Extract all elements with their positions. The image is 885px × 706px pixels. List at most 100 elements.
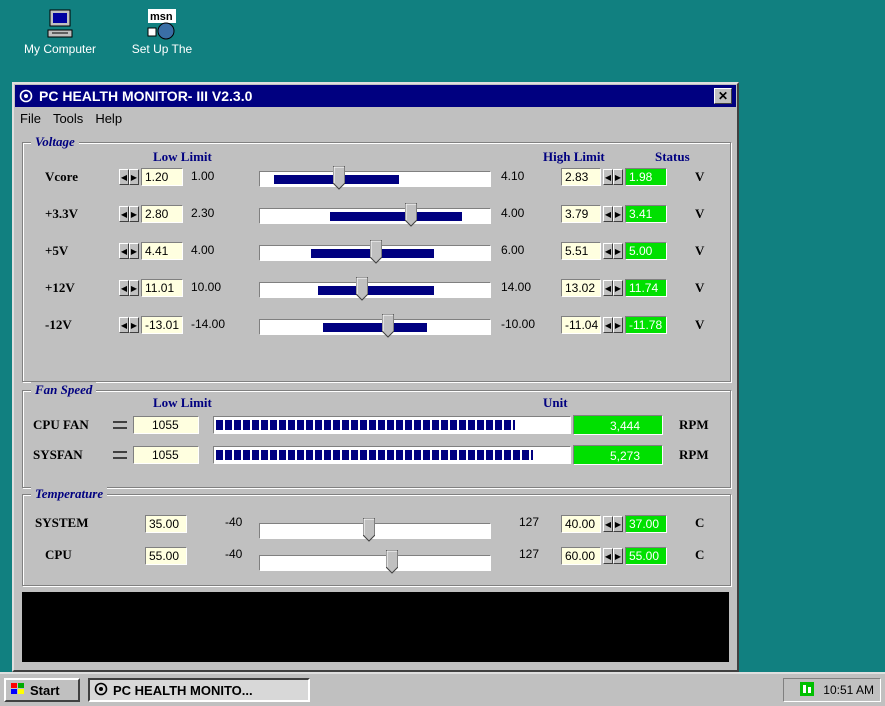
fan-rpm-value: 3,444	[573, 415, 663, 435]
voltage-high-limit-decrease-button[interactable]: ◀	[603, 243, 613, 259]
temperature-slider[interactable]	[259, 517, 491, 542]
fan-low-limit-field[interactable]: 1055	[133, 416, 199, 434]
temperature-high-limit-increase-button[interactable]: ▶	[613, 548, 623, 564]
temperature-slider-thumb[interactable]	[362, 517, 376, 542]
voltage-low-limit-field[interactable]: 1.20	[141, 168, 183, 186]
temperature-high-limit-decrease-button[interactable]: ◀	[603, 516, 613, 532]
voltage-range-slider[interactable]	[259, 165, 491, 190]
temperature-slider-thumb[interactable]	[385, 549, 399, 574]
voltage-scale-min: -14.00	[191, 317, 226, 331]
fan-unit: RPM	[679, 447, 709, 462]
voltage-high-limit-field[interactable]: 3.79	[561, 205, 601, 223]
voltage-range-bar	[318, 286, 434, 295]
temperature-slider[interactable]	[259, 549, 491, 574]
voltage-scale-max: -10.00	[501, 317, 536, 331]
voltage-low-limit-increase-button[interactable]: ▶	[129, 243, 139, 259]
voltage-status-header: Status	[655, 149, 690, 164]
window-titlebar[interactable]: PC HEALTH MONITOR- III V2.3.0 ✕	[15, 85, 736, 107]
voltage-scale-min: 1.00	[191, 169, 215, 183]
voltage-low-limit-increase-button[interactable]: ▶	[129, 317, 139, 333]
voltage-high-limit-decrease-button[interactable]: ◀	[603, 317, 613, 333]
fan-low-limit-spinner[interactable]	[109, 415, 131, 435]
voltage-high-limit-decrease-button[interactable]: ◀	[603, 206, 613, 222]
temperature-high-limit-field[interactable]: 60.00	[561, 547, 601, 565]
voltage-high-limit-decrease-button[interactable]: ◀	[603, 280, 613, 296]
voltage-status-value: 11.74	[625, 279, 667, 297]
voltage-high-limit-increase-button[interactable]: ▶	[613, 206, 623, 222]
fan-speed-bar	[213, 416, 571, 434]
voltage-low-limit-increase-button[interactable]: ▶	[129, 169, 139, 185]
fan-row-label: SYSFAN	[33, 447, 83, 462]
desktop-icon-setup-msn[interactable]: msn Set Up The	[122, 8, 202, 56]
voltage-low-limit-decrease-button[interactable]: ◀	[119, 243, 129, 259]
network-tray-icon[interactable]	[799, 681, 815, 700]
voltage-low-limit-arrows: ◀ ▶	[119, 317, 139, 333]
desktop-icon-my-computer[interactable]: My Computer	[20, 8, 100, 56]
temperature-high-limit-field[interactable]: 40.00	[561, 515, 601, 533]
voltage-high-limit-increase-button[interactable]: ▶	[613, 317, 623, 333]
voltage-high-limit-increase-button[interactable]: ▶	[613, 243, 623, 259]
voltage-low-limit-decrease-button[interactable]: ◀	[119, 206, 129, 222]
start-button[interactable]: Start	[4, 678, 80, 702]
fan-low-limit-field[interactable]: 1055	[133, 446, 199, 464]
voltage-low-limit-field[interactable]: -13.01	[141, 316, 183, 334]
voltage-low-limit-header: Low Limit	[153, 149, 212, 164]
voltage-range-slider[interactable]	[259, 276, 491, 301]
voltage-row-label: +5V	[45, 243, 69, 258]
voltage-high-limit-decrease-button[interactable]: ◀	[603, 169, 613, 185]
voltage-low-limit-decrease-button[interactable]: ◀	[119, 280, 129, 296]
temperature-high-limit-increase-button[interactable]: ▶	[613, 516, 623, 532]
voltage-high-limit-increase-button[interactable]: ▶	[613, 280, 623, 296]
clock[interactable]: 10:51 AM	[823, 683, 874, 697]
voltage-low-limit-increase-button[interactable]: ▶	[129, 280, 139, 296]
voltage-range-slider[interactable]	[259, 239, 491, 264]
menu-help[interactable]: Help	[95, 111, 122, 126]
menu-file[interactable]: File	[20, 111, 41, 126]
temperature-high-limit-decrease-button[interactable]: ◀	[603, 548, 613, 564]
temperature-low-limit-field[interactable]: 35.00	[145, 515, 187, 533]
pc-health-monitor-window: PC HEALTH MONITOR- III V2.3.0 ✕ File Too…	[12, 82, 739, 672]
voltage-low-limit-field[interactable]: 4.41	[141, 242, 183, 260]
voltage-high-limit-field[interactable]: -11.04	[561, 316, 601, 334]
voltage-unit: V	[695, 243, 705, 258]
desktop-icon-label: Set Up The	[131, 42, 193, 56]
voltage-high-limit-field[interactable]: 2.83	[561, 168, 601, 186]
voltage-slider-thumb[interactable]	[369, 239, 383, 264]
taskbar: Start PC HEALTH MONITO... 10:51 AM	[0, 672, 885, 706]
voltage-range-slider[interactable]	[259, 202, 491, 227]
voltage-high-limit-field[interactable]: 5.51	[561, 242, 601, 260]
temperature-unit: C	[695, 515, 705, 530]
voltage-slider-thumb[interactable]	[404, 202, 418, 227]
voltage-slider-thumb[interactable]	[355, 276, 369, 301]
voltage-low-limit-decrease-button[interactable]: ◀	[119, 317, 129, 333]
voltage-status-value: 5.00	[625, 242, 667, 260]
close-button[interactable]: ✕	[714, 88, 732, 104]
menu-bar: File Tools Help	[14, 108, 737, 128]
voltage-low-limit-field[interactable]: 11.01	[141, 279, 183, 297]
voltage-high-limit-arrows: ◀ ▶	[603, 243, 623, 259]
voltage-unit: V	[695, 317, 705, 332]
voltage-low-limit-increase-button[interactable]: ▶	[129, 206, 139, 222]
voltage-high-limit-field[interactable]: 13.02	[561, 279, 601, 297]
voltage-range-slider[interactable]	[259, 313, 491, 338]
windows-logo-icon	[10, 682, 26, 699]
voltage-slider-thumb[interactable]	[381, 313, 395, 338]
computer-icon	[44, 8, 76, 40]
temperature-status-value: 37.00	[625, 515, 667, 533]
menu-tools[interactable]: Tools	[53, 111, 83, 126]
temperature-section-title: Temperature	[31, 486, 108, 502]
temperature-low-limit-field[interactable]: 55.00	[145, 547, 187, 565]
temperature-status-value: 55.00	[625, 547, 667, 565]
voltage-low-limit-field[interactable]: 2.80	[141, 205, 183, 223]
taskbar-button-pc-health-monitor[interactable]: PC HEALTH MONITO...	[88, 678, 310, 702]
voltage-low-limit-decrease-button[interactable]: ◀	[119, 169, 129, 185]
system-tray: 10:51 AM	[783, 678, 881, 702]
voltage-high-limit-increase-button[interactable]: ▶	[613, 169, 623, 185]
voltage-slider-thumb[interactable]	[332, 165, 346, 190]
voltage-row-label: Vcore	[45, 169, 78, 184]
log-display-panel	[22, 592, 729, 662]
fan-low-limit-spinner[interactable]	[109, 445, 131, 465]
fan-rpm-value: 5,273	[573, 445, 663, 465]
voltage-scale-min: 10.00	[191, 280, 222, 294]
voltage-low-limit-arrows: ◀ ▶	[119, 169, 139, 185]
